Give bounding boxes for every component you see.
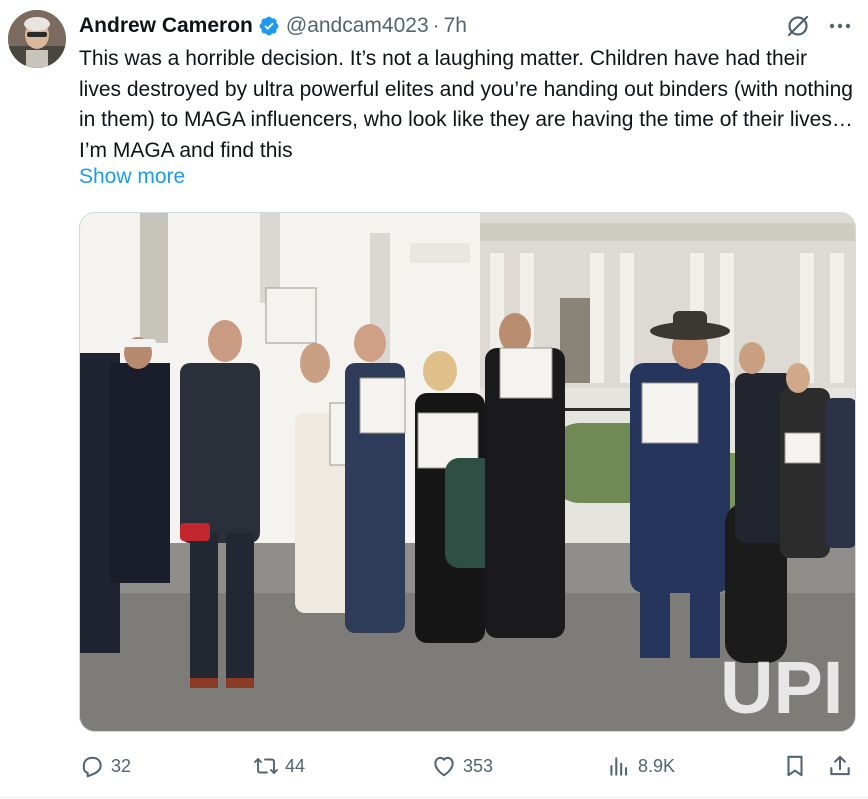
repost-button[interactable]: 44 [253, 750, 305, 782]
photo-watermark: UPI [720, 646, 843, 729]
share-icon [827, 753, 853, 779]
more-icon[interactable] [826, 12, 854, 40]
verified-badge-icon[interactable] [258, 15, 280, 37]
tweet-text: This was a horrible decision. It’s not a… [79, 47, 853, 162]
author-name[interactable]: Andrew Cameron [79, 14, 253, 38]
repost-count: 44 [285, 755, 306, 776]
views-button[interactable]: 8.9K [606, 750, 675, 782]
heart-icon [431, 753, 457, 779]
tweet-actions: 32 44 353 8.9K [79, 750, 854, 782]
bookmark-button[interactable] [782, 750, 808, 782]
reply-count: 32 [111, 755, 132, 776]
separator-dot: · [432, 14, 440, 37]
like-count: 353 [463, 755, 494, 776]
top-actions [784, 12, 854, 40]
views-count: 8.9K [638, 755, 676, 776]
avatar[interactable] [8, 10, 66, 68]
tweet-time[interactable]: 7h [444, 14, 467, 38]
reply-button[interactable]: 32 [79, 750, 131, 782]
show-more-link[interactable]: Show more [79, 165, 185, 189]
reply-icon [79, 753, 105, 779]
bookmark-icon [782, 753, 808, 779]
share-button[interactable] [827, 750, 853, 782]
tweet-header: Andrew Cameron @andcam4023 · 7h [79, 10, 467, 42]
author-handle[interactable]: @andcam4023 [286, 14, 429, 38]
tweet-photo[interactable]: UPI [79, 212, 856, 732]
grok-icon[interactable] [784, 12, 812, 40]
divider [0, 797, 868, 798]
avatar-image [8, 10, 66, 68]
views-icon [606, 753, 632, 779]
like-button[interactable]: 353 [431, 750, 493, 782]
repost-icon [253, 753, 279, 779]
